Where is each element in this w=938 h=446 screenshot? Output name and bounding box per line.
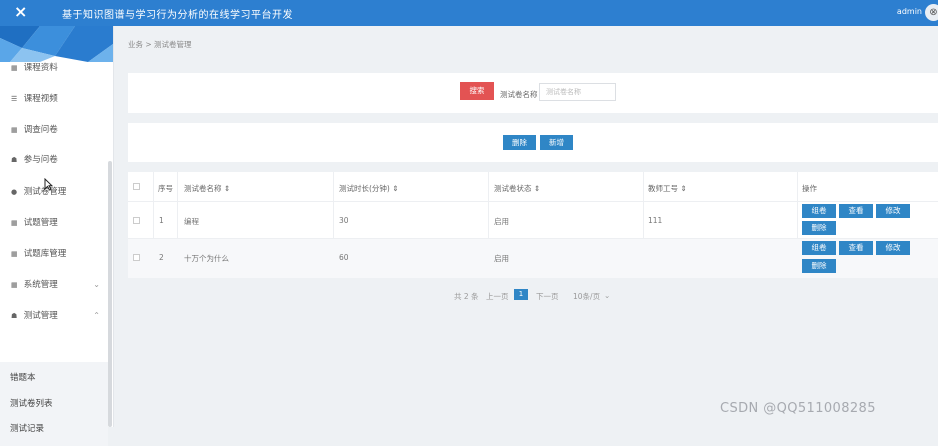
header-duration[interactable]: 测试时长(分钟) ⇕ [339, 183, 399, 194]
delete-button[interactable]: 删除 [503, 135, 536, 150]
sidebar-item-question-bank[interactable]: ▦ 试题库管理 [0, 242, 108, 266]
logout-icon[interactable]: ⊗ [925, 4, 938, 21]
view-button[interactable]: 查看 [839, 241, 873, 255]
cell-index: 2 [159, 253, 164, 262]
close-icon[interactable]: × [14, 3, 27, 21]
cell-name: 编程 [184, 217, 199, 226]
cell-status: 启用 [494, 217, 509, 226]
list-icon: ☰ [11, 95, 18, 103]
add-button[interactable]: 新增 [540, 135, 573, 150]
grid-icon: ▦ [11, 250, 18, 258]
row-checkbox[interactable] [133, 254, 140, 261]
sidebar-scrollbar[interactable] [108, 161, 112, 427]
top-bar: × 基于知识图谱与学习行为分析的在线学习平台开发 admin ⊗ [0, 0, 938, 26]
sidebar-item-test-paper-management[interactable]: ● 测试卷管理 [0, 180, 108, 204]
chevron-down-icon[interactable]: ⌄ [604, 291, 610, 300]
view-button[interactable]: 查看 [839, 204, 873, 218]
cell-status: 启用 [494, 254, 509, 263]
table-row: 1 编程 30 启用 111 组卷 查看 修改 删除 [128, 202, 938, 239]
user-icon: ☗ [11, 312, 18, 320]
user-name[interactable]: admin [897, 7, 922, 16]
app-title: 基于知识图谱与学习行为分析的在线学习平台开发 [62, 10, 293, 21]
table-icon: ▦ [11, 64, 18, 72]
chart-icon: ▦ [11, 281, 18, 289]
header-name[interactable]: 测试卷名称 ⇕ [184, 183, 230, 194]
compose-button[interactable]: 组卷 [802, 241, 836, 255]
search-button[interactable]: 搜索 [460, 82, 494, 100]
header-operations: 操作 [802, 184, 817, 193]
watermark: CSDN @QQ511008285 [720, 401, 876, 416]
breadcrumb: 业务 > 测试卷管理 [128, 40, 192, 49]
sidebar-item-course-videos[interactable]: ☰ 课程视频 [0, 87, 108, 111]
compose-button[interactable]: 组卷 [802, 204, 836, 218]
sidebar-item-label: 系统管理 [23, 280, 58, 290]
cell-teacher-id: 111 [648, 216, 663, 225]
cell-name: 十万个为什么 [184, 254, 229, 263]
table-header: 序号 测试卷名称 ⇕ 测试时长(分钟) ⇕ 测试卷状态 ⇕ 教师工号 ⇕ 操作 [128, 172, 938, 202]
chevron-up-icon: ⌃ [93, 311, 100, 320]
delete-row-button[interactable]: 删除 [802, 221, 836, 235]
sidebar-item-label: 调查问卷 [23, 125, 58, 135]
sidebar-item-question-management[interactable]: ▦ 试题管理 [0, 211, 108, 235]
edit-button[interactable]: 修改 [876, 204, 910, 218]
pagination-total: 共 2 条 [454, 292, 479, 301]
circle-icon: ● [11, 188, 18, 196]
sidebar-item-test-management[interactable]: ☗ 测试管理 ⌃ [0, 304, 108, 328]
sidebar-item-label: 参与问卷 [23, 155, 58, 165]
sidebar-item-course-materials[interactable]: ▦ 课程资料 [0, 56, 108, 80]
pagination-current-page[interactable]: 1 [514, 289, 528, 300]
submenu-item-test-records[interactable]: 测试记录 [10, 422, 44, 434]
user-icon: ☗ [11, 156, 18, 164]
delete-row-button[interactable]: 删除 [802, 259, 836, 273]
cell-index: 1 [159, 216, 164, 225]
sidebar-item-system-management[interactable]: ▦ 系统管理 ⌄ [0, 273, 108, 297]
data-table: 序号 测试卷名称 ⇕ 测试时长(分钟) ⇕ 测试卷状态 ⇕ 教师工号 ⇕ 操作 … [128, 172, 938, 278]
sidebar-item-label: 试题库管理 [23, 249, 67, 259]
pagination-next[interactable]: 下一页 [536, 291, 559, 302]
search-input[interactable] [539, 83, 616, 101]
sidebar-item-label: 试题管理 [23, 218, 58, 228]
table-row: 2 十万个为什么 60 启用 组卷 查看 修改 删除 [128, 239, 938, 278]
select-all-checkbox[interactable] [133, 183, 140, 190]
grid-icon: ▦ [11, 219, 18, 227]
sidebar-submenu: 错题本 测试卷列表 测试记录 [0, 362, 108, 446]
sidebar-item-join-survey[interactable]: ☗ 参与问卷 [0, 148, 108, 172]
cell-duration: 30 [339, 216, 349, 225]
chevron-down-icon: ⌄ [93, 280, 100, 289]
pagination-prev[interactable]: 上一页 [486, 291, 509, 302]
submenu-item-wrong-answers[interactable]: 错题本 [10, 371, 36, 383]
page-size-select[interactable]: 10条/页 [573, 291, 600, 302]
sidebar-item-survey[interactable]: ▦ 调查问卷 [0, 118, 108, 142]
header-teacher-id[interactable]: 教师工号 ⇕ [648, 183, 687, 194]
header-status[interactable]: 测试卷状态 ⇕ [494, 183, 540, 194]
sidebar: ▦ 课程资料 ☰ 课程视频 ▦ 调查问卷 ☗ 参与问卷 ● 测试卷管理 ▦ 试题… [0, 26, 114, 446]
search-label: 测试卷名称 [500, 90, 538, 99]
sidebar-item-label: 课程视频 [23, 94, 58, 104]
cursor-icon [44, 177, 54, 194]
grid-icon: ▦ [11, 126, 18, 134]
sidebar-item-label: 课程资料 [23, 63, 58, 73]
sidebar-item-label: 测试管理 [23, 311, 58, 321]
row-checkbox[interactable] [133, 217, 140, 224]
cell-duration: 60 [339, 253, 349, 262]
edit-button[interactable]: 修改 [876, 241, 910, 255]
header-index: 序号 [158, 184, 173, 193]
submenu-item-test-paper-list[interactable]: 测试卷列表 [10, 397, 53, 409]
